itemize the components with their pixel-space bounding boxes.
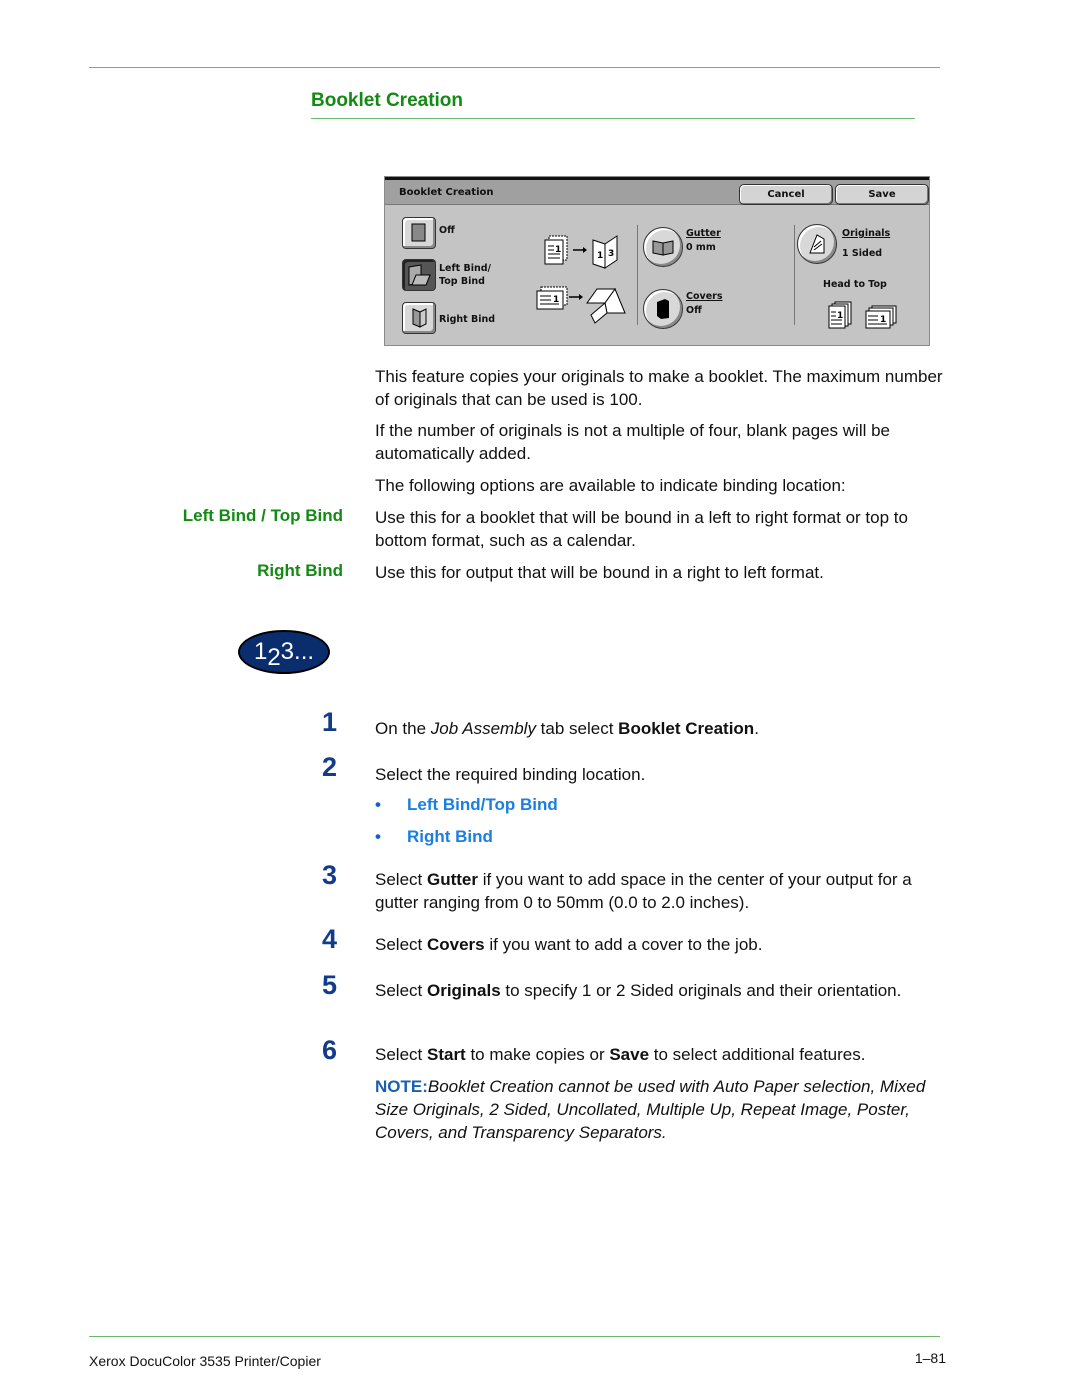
step-4-text: Select Covers if you want to add a cover… xyxy=(375,935,763,954)
left-bind-top-bind-button[interactable] xyxy=(402,259,436,291)
gutter-button[interactable] xyxy=(643,227,683,267)
covers-value: Off xyxy=(686,305,702,316)
svg-text:1: 1 xyxy=(553,295,559,305)
procedure-badge: 123... xyxy=(238,630,330,674)
booklet-creation-screen: Booklet Creation Cancel Save Off Left Bi… xyxy=(384,176,930,346)
left-bind-diagram-icon: 1 13 xyxy=(544,235,618,269)
badge-2: 2 xyxy=(267,644,281,671)
intro-paragraph-3: The following options are available to i… xyxy=(375,476,846,495)
gutter-value: 0 mm xyxy=(686,242,716,253)
originals-label: Originals xyxy=(842,228,891,239)
screen-header: Booklet Creation Cancel Save xyxy=(385,180,929,205)
note-text: Booklet Creation cannot be used with Aut… xyxy=(375,1077,926,1142)
covers-label: Covers xyxy=(686,291,723,302)
step-3-text: Select Gutter if you want to add space i… xyxy=(375,870,912,912)
definition-term-right-bind: Right Bind xyxy=(257,561,343,580)
column-divider xyxy=(637,225,638,325)
svg-text:1: 1 xyxy=(837,311,843,321)
right-bind-label: Right Bind xyxy=(439,314,496,325)
landscape-orientation-icon[interactable]: 1 xyxy=(864,305,898,331)
top-divider xyxy=(89,67,940,68)
section-title: Booklet Creation xyxy=(311,90,464,111)
column-divider-2 xyxy=(794,225,795,325)
svg-text:1: 1 xyxy=(555,245,561,255)
step-number-1: 1 xyxy=(322,707,338,737)
step-1-text: On the Job Assembly tab select Booklet C… xyxy=(375,719,759,738)
step-number-6: 6 xyxy=(322,1035,338,1065)
save-button[interactable]: Save xyxy=(835,184,929,205)
definition-text-left-bind: Use this for a booklet that will be boun… xyxy=(375,508,908,550)
left-bind-label-line1: Left Bind/ xyxy=(439,263,492,274)
svg-text:3: 3 xyxy=(608,249,614,259)
cover-book-icon xyxy=(657,299,669,319)
off-label: Off xyxy=(439,225,455,236)
step-number-2: 2 xyxy=(322,752,338,782)
note: NOTE:Booklet Creation cannot be used wit… xyxy=(375,1075,950,1144)
originals-button[interactable] xyxy=(797,224,837,264)
off-button[interactable] xyxy=(402,217,436,249)
step-number-5: 5 xyxy=(322,970,338,1000)
top-bind-diagram-icon: 1 xyxy=(536,286,626,324)
badge-3: 3... xyxy=(280,638,315,665)
open-book-icon xyxy=(652,240,674,256)
booklet-right-bind-icon xyxy=(412,308,427,328)
bullet-marker: • xyxy=(375,827,381,846)
step-number-3: 3 xyxy=(322,860,338,890)
bullet-link-text: Right Bind xyxy=(407,827,493,846)
bullet-right-bind[interactable]: • Right Bind xyxy=(375,827,493,847)
blank-page-icon xyxy=(411,223,426,242)
footer-divider xyxy=(89,1336,940,1337)
originals-value: 1 Sided xyxy=(842,248,883,259)
intro-paragraph-2: If the number of originals is not a mult… xyxy=(375,421,891,463)
footer-product-name: Xerox DocuColor 3535 Printer/Copier xyxy=(89,1353,321,1369)
bullet-link-text: Left Bind/Top Bind xyxy=(407,795,558,814)
definition-term-left-bind: Left Bind / Top Bind xyxy=(182,506,343,525)
heading-divider xyxy=(311,118,915,119)
step-number-4: 4 xyxy=(322,924,338,954)
svg-text:1: 1 xyxy=(597,251,603,261)
bullet-marker: • xyxy=(375,795,381,814)
booklet-left-bind-icon xyxy=(408,264,431,286)
footer-page-number: 1–81 xyxy=(914,1350,946,1366)
note-label: NOTE: xyxy=(375,1077,428,1096)
bullet-left-bind-top-bind[interactable]: • Left Bind/Top Bind xyxy=(375,795,558,815)
cancel-button[interactable]: Cancel xyxy=(739,184,833,205)
badge-1: 1 xyxy=(253,638,268,665)
right-bind-button[interactable] xyxy=(402,302,436,334)
svg-text:1: 1 xyxy=(880,315,886,325)
step-6-text: Select Start to make copies or Save to s… xyxy=(375,1045,866,1064)
orientation-label: Head to Top xyxy=(823,279,887,290)
intro-paragraph-1: This feature copies your originals to ma… xyxy=(375,367,943,409)
original-page-icon xyxy=(809,234,825,254)
covers-button[interactable] xyxy=(643,289,683,329)
step-5-text: Select Originals to specify 1 or 2 Sided… xyxy=(375,981,902,1000)
portrait-orientation-icon[interactable]: 1 xyxy=(827,301,855,329)
gutter-label: Gutter xyxy=(686,228,721,239)
left-bind-label-line2: Top Bind xyxy=(439,276,485,287)
step-2-text: Select the required binding location. xyxy=(375,765,646,784)
screen-title: Booklet Creation xyxy=(399,187,494,198)
definition-text-right-bind: Use this for output that will be bound i… xyxy=(375,563,824,582)
